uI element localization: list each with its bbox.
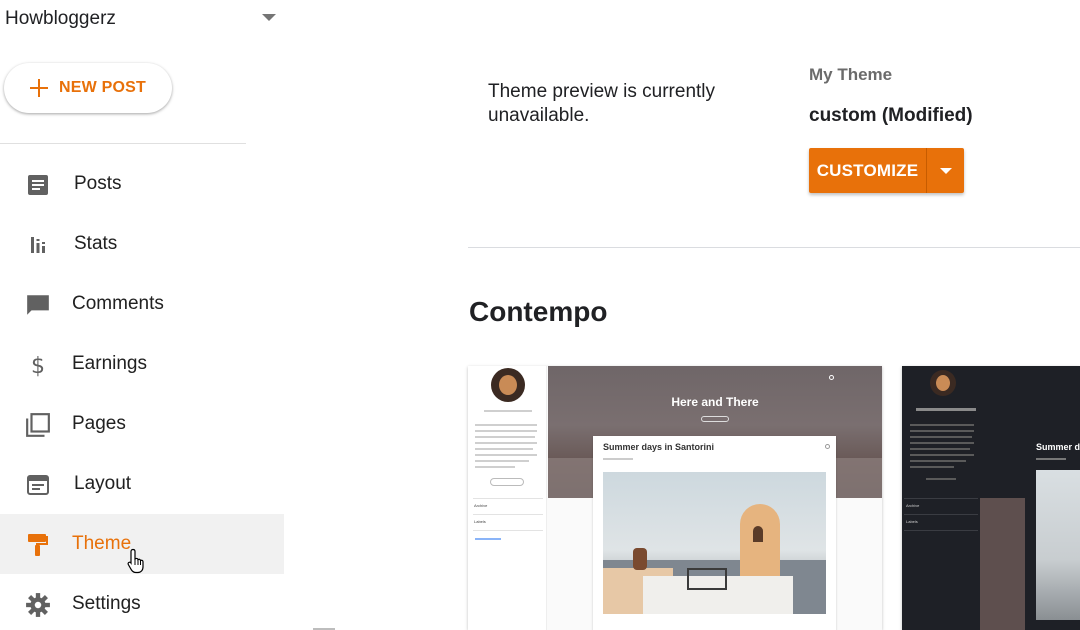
theme-family-title: Contempo (469, 296, 608, 327)
avatar (491, 368, 525, 402)
posts-icon (24, 172, 52, 198)
settings-icon (24, 592, 52, 618)
layout-icon (24, 472, 52, 498)
post-image (1036, 470, 1080, 620)
archive-label: Archive (474, 503, 488, 508)
theme-icon (24, 532, 52, 558)
text-line (910, 424, 974, 426)
sidebar-item-posts[interactable]: Posts (0, 154, 284, 214)
divider (904, 514, 978, 515)
new-post-button[interactable]: NEW POST (4, 63, 172, 113)
hero-subtitle-pill (701, 416, 729, 422)
sidebar-item-label: Pages (72, 413, 126, 434)
chevron-down-icon (939, 167, 952, 174)
text-line (475, 538, 501, 540)
customize-split-button: CUSTOMIZE (809, 148, 964, 193)
divider (473, 530, 543, 531)
post-title: Summer da (1036, 442, 1080, 452)
search-icon (829, 375, 834, 380)
labels-label: Labels (906, 519, 918, 524)
text-line (475, 460, 529, 462)
text-line (910, 454, 974, 456)
sidebar-item-layout[interactable]: Layout (0, 454, 284, 514)
theme-card-post: Summer days in Santorini (593, 436, 836, 630)
text-line (475, 436, 535, 438)
sidebar: Howbloggerz NEW POST Posts Stats Comment… (0, 0, 284, 630)
section-divider (468, 247, 1080, 248)
blog-selector[interactable]: Howbloggerz (5, 6, 280, 32)
sidebar-item-label: Comments (72, 293, 164, 314)
text-line (910, 448, 970, 450)
visit-profile-pill (490, 478, 524, 486)
sidebar-item-label: Earnings (72, 353, 147, 374)
sidebar-item-earnings[interactable]: $ Earnings (0, 334, 284, 394)
text-line (916, 408, 976, 411)
sidebar-item-comments[interactable]: Comments (0, 274, 284, 334)
plus-icon (29, 78, 49, 98)
sidebar-item-label: Theme (72, 533, 132, 554)
divider (473, 498, 543, 499)
theme-card-sidebar: Archive Labels (468, 366, 547, 630)
text-line (910, 442, 974, 444)
text-line (475, 430, 537, 432)
text-line (910, 430, 974, 432)
text-line (475, 454, 537, 456)
comments-icon (24, 292, 52, 318)
theme-card-panel (980, 498, 1025, 630)
svg-text:$: $ (31, 354, 45, 378)
divider (904, 498, 978, 499)
sidebar-divider (0, 143, 246, 144)
pages-icon (24, 412, 52, 438)
sidebar-item-label: Posts (74, 173, 122, 194)
text-line (910, 460, 966, 462)
hand-cursor-icon (127, 548, 147, 574)
customize-button[interactable]: CUSTOMIZE (809, 148, 926, 193)
text-line (926, 478, 956, 480)
text-line (475, 448, 533, 450)
sidebar-item-stats[interactable]: Stats (0, 214, 284, 274)
text-line (484, 410, 532, 412)
hero-title: Here and There (671, 395, 759, 409)
theme-card-contempo-dark[interactable]: Archive Labels Summer da (902, 366, 1080, 630)
post-title: Summer days in Santorini (603, 442, 715, 452)
preview-unavailable-message: Theme preview is currently unavailable. (488, 81, 716, 126)
sidebar-item-pages[interactable]: Pages (0, 394, 284, 454)
post-date (1036, 458, 1066, 460)
chevron-down-icon[interactable] (262, 14, 276, 21)
text-line (475, 466, 515, 468)
sidebar-item-label: Settings (72, 593, 141, 614)
sidebar-item-label: Stats (74, 233, 118, 254)
earnings-icon: $ (24, 352, 52, 378)
divider (904, 530, 978, 531)
text-line (910, 436, 972, 438)
current-theme-name: custom (Modified) (809, 105, 973, 126)
labels-label: Labels (474, 519, 486, 524)
stats-icon (24, 232, 52, 258)
sidebar-item-settings[interactable]: Settings (0, 574, 284, 630)
avatar (930, 370, 956, 396)
text-line (475, 424, 537, 426)
archive-label: Archive (906, 503, 920, 508)
new-post-label: NEW POST (59, 79, 146, 96)
post-date (603, 458, 633, 460)
divider (473, 514, 543, 515)
post-image (603, 472, 826, 614)
text-line (910, 466, 954, 468)
theme-card-contempo[interactable]: Archive Labels Here and There Summer day… (468, 366, 882, 630)
blog-name: Howbloggerz (5, 8, 116, 29)
my-theme-label: My Theme (809, 65, 893, 84)
sidebar-item-label: Layout (74, 473, 132, 494)
text-line (475, 442, 537, 444)
customize-dropdown-button[interactable] (927, 148, 964, 193)
share-icon (825, 444, 830, 449)
